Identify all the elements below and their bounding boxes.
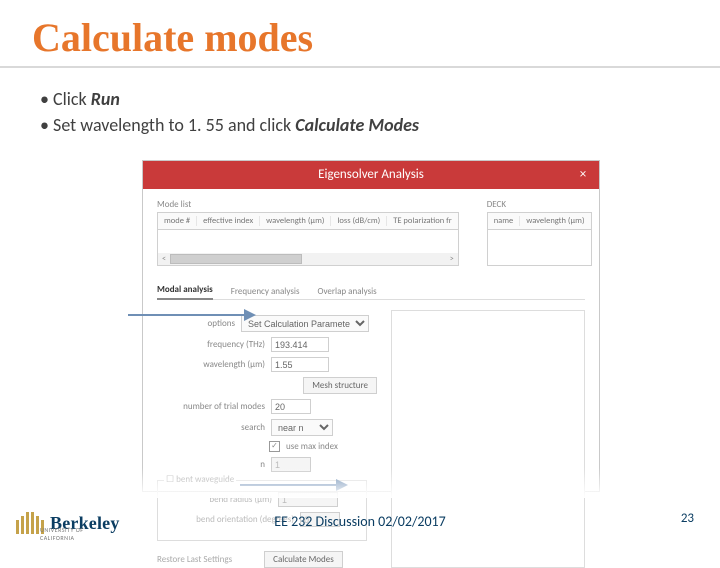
frequency-input[interactable] <box>271 337 329 352</box>
bent-waveguide-label: bent waveguide <box>176 474 234 485</box>
mode-list-panel: Mode list mode # effective index wavelen… <box>157 199 459 266</box>
deck-col-name[interactable]: name <box>488 216 521 226</box>
options-select[interactable]: Set Calculation Parameters <box>241 315 369 332</box>
scroll-left-icon[interactable]: < <box>158 254 170 264</box>
search-label: search <box>157 422 265 433</box>
mode-list-header: mode # effective index wavelength (µm) l… <box>157 212 459 230</box>
calculate-modes-button[interactable]: Calculate Modes <box>264 551 343 568</box>
deck-col-wavelength[interactable]: wavelength (µm) <box>520 216 590 226</box>
restore-settings-button[interactable]: Restore Last Settings <box>157 552 240 567</box>
trial-modes-input[interactable] <box>271 399 311 414</box>
wavelength-label: wavelength (µm) <box>157 359 265 370</box>
bent-waveguide-legend: ☐ bent waveguide <box>164 474 236 485</box>
bullet-1: Click Run <box>40 88 680 110</box>
deck-panel: DECK name wavelength (µm) <box>487 199 592 266</box>
col-te-pol[interactable]: TE polarization fr <box>387 216 457 226</box>
trial-modes-label: number of trial modes <box>157 401 265 412</box>
row-options: options Set Calculation Parameters <box>157 315 377 332</box>
dialog-title-text: Eigensolver Analysis <box>318 167 424 182</box>
use-max-index-label: use max index <box>286 441 338 452</box>
slide: Calculate modes Click Run Set wavelength… <box>0 0 720 540</box>
row-wavelength: wavelength (µm) <box>157 357 377 372</box>
scroll-thumb[interactable] <box>170 254 302 264</box>
dialog-titlebar: Eigensolver Analysis × <box>143 161 599 189</box>
scroll-right-icon[interactable]: > <box>446 254 458 264</box>
bullet-2: Set wavelength to 1. 55 and click Calcul… <box>40 114 680 136</box>
scroll-track[interactable] <box>170 253 446 265</box>
page-number: 23 <box>681 511 694 526</box>
col-loss[interactable]: loss (dB/cm) <box>331 216 387 226</box>
row-mesh: Mesh structure <box>157 377 377 394</box>
bent-waveguide-checkbox[interactable]: ☐ <box>166 474 174 485</box>
mode-list-body: < > <box>157 230 459 266</box>
tab-modal-analysis[interactable]: Modal analysis <box>157 284 213 300</box>
mode-list-label: Mode list <box>157 199 459 210</box>
bullet-1-text: Click <box>53 88 91 110</box>
search-select[interactable]: near n <box>271 419 333 436</box>
deck-body <box>487 230 592 266</box>
row-frequency: frequency (THz) <box>157 337 377 352</box>
wavelength-input[interactable] <box>271 357 329 372</box>
close-icon[interactable]: × <box>575 167 591 183</box>
deck-header: name wavelength (µm) <box>487 212 592 230</box>
bullet-1-bold: Run <box>91 88 120 110</box>
mode-list-scrollbar[interactable]: < > <box>158 253 458 265</box>
frequency-label: frequency (THz) <box>157 339 265 350</box>
analysis-tabs: Modal analysis Frequency analysis Overla… <box>157 284 585 300</box>
slide-footer: Berkeley UNIVERSITY OF CALIFORNIA EE 232… <box>0 502 720 540</box>
row-use-max-index: ✓ use max index <box>157 441 377 452</box>
col-eff-index[interactable]: effective index <box>197 216 260 226</box>
mesh-structure-button[interactable]: Mesh structure <box>303 377 377 394</box>
col-mode-num[interactable]: mode # <box>158 216 197 226</box>
eigensolver-dialog: Eigensolver Analysis × Mode list mode # … <box>142 160 600 492</box>
n-input[interactable] <box>271 457 311 472</box>
bullet-2-bold: Calculate Modes <box>295 114 419 136</box>
options-label: options <box>157 318 235 329</box>
n-label: n <box>157 459 265 470</box>
form-footer-buttons: Restore Last Settings Calculate Modes <box>157 551 377 568</box>
row-search: search near n <box>157 419 377 436</box>
tab-overlap-analysis[interactable]: Overlap analysis <box>317 286 376 300</box>
bullet-2-text-a: Set wavelength to 1. 55 and click <box>53 114 295 136</box>
use-max-index-checkbox[interactable]: ✓ <box>269 441 280 452</box>
top-lists-row: Mode list mode # effective index wavelen… <box>157 199 585 266</box>
row-trial-modes: number of trial modes <box>157 399 377 414</box>
tab-frequency-analysis[interactable]: Frequency analysis <box>231 286 300 300</box>
col-wavelength[interactable]: wavelength (µm) <box>260 216 331 226</box>
bullet-list: Click Run Set wavelength to 1. 55 and cl… <box>40 88 680 140</box>
slide-title: Calculate modes <box>32 14 313 61</box>
title-underline <box>0 66 720 68</box>
row-n: n <box>157 457 377 472</box>
deck-label: DECK <box>487 199 592 210</box>
footer-center-text: EE 232 Discussion 02/02/2017 <box>0 513 720 530</box>
